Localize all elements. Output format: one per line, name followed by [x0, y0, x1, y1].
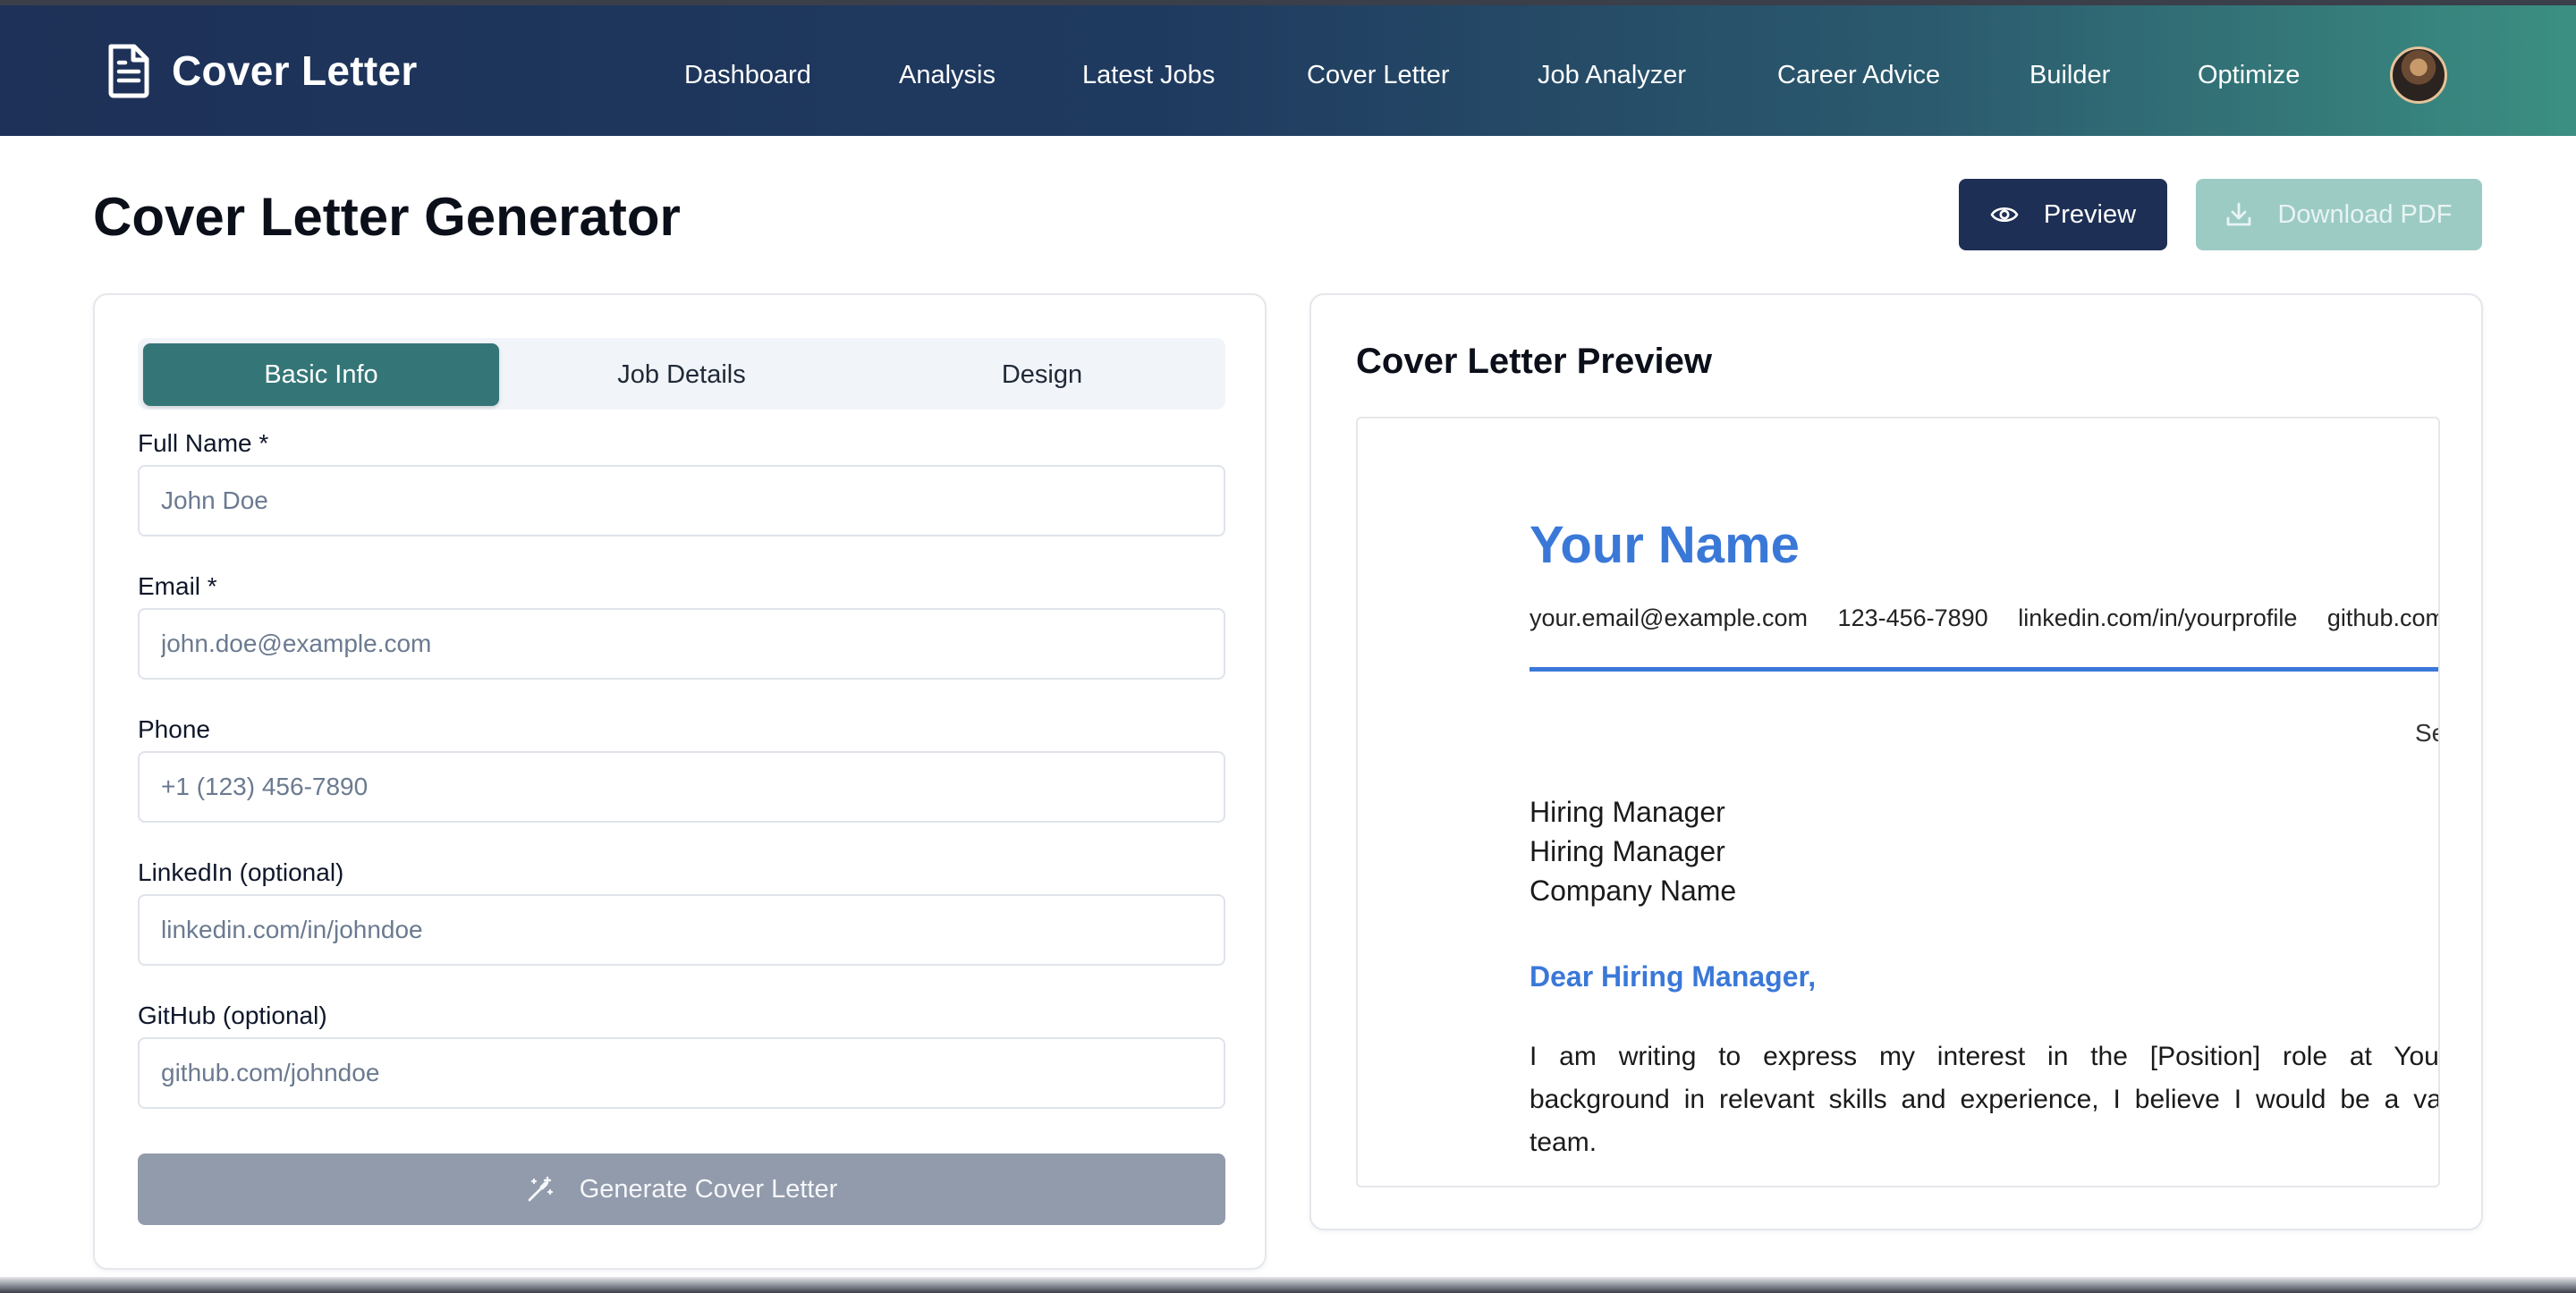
nav-builder[interactable]: Builder	[2029, 61, 2110, 90]
recipient-line: Company Name	[1530, 875, 1737, 907]
preview-title: Cover Letter Preview	[1356, 342, 1712, 381]
nav-cover-letter[interactable]: Cover Letter	[1307, 61, 1450, 90]
letter-body: I am writing to express my interest in t…	[1530, 1042, 2440, 1157]
nav-dashboard[interactable]: Dashboard	[684, 61, 811, 90]
main-content: Cover Letter Generator Preview Download …	[0, 136, 2576, 1293]
form-card: Basic Info Job Details Design Full Name …	[93, 293, 1267, 1270]
letter-contact-github: github.com/	[2326, 604, 2440, 631]
window-bottom-edge	[0, 1277, 2576, 1293]
page-title: Cover Letter Generator	[93, 187, 681, 247]
avatar[interactable]	[2390, 46, 2447, 104]
tab-design[interactable]: Design	[864, 343, 1220, 406]
email-input[interactable]	[138, 608, 1225, 680]
nav-optimize[interactable]: Optimize	[2198, 61, 2300, 90]
letter-divider	[1530, 667, 2438, 672]
letter-contact-phone: 123-456-7890	[1837, 604, 1988, 631]
preview-button[interactable]: Preview	[1959, 179, 2167, 250]
full-name-label: Full Name *	[138, 429, 269, 457]
letter-preview-frame[interactable]: Your Name your.email@example.com 123-456…	[1356, 417, 2440, 1187]
tab-job-details[interactable]: Job Details	[504, 343, 860, 406]
brand-name: Cover Letter	[172, 47, 418, 94]
download-icon	[2227, 202, 2251, 226]
nav-analysis[interactable]: Analysis	[899, 61, 996, 90]
letter-date: Se	[2415, 719, 2438, 747]
full-name-input[interactable]	[138, 465, 1225, 537]
github-input[interactable]	[138, 1037, 1225, 1109]
linkedin-input[interactable]	[138, 894, 1225, 966]
letter-sender-name: Your Name	[1530, 516, 1800, 574]
linkedin-label: LinkedIn (optional)	[138, 858, 344, 886]
recipient-line: Hiring Manager	[1530, 835, 1725, 867]
letter-greeting: Dear Hiring Manager,	[1530, 960, 1817, 993]
preview-button-label: Preview	[2043, 199, 2137, 229]
tab-basic-info[interactable]: Basic Info	[143, 343, 499, 406]
document-icon	[108, 44, 149, 98]
generate-cover-letter-label: Generate Cover Letter	[579, 1174, 838, 1204]
download-pdf-button[interactable]: Download PDF	[2196, 179, 2482, 250]
phone-label: Phone	[138, 715, 210, 743]
top-navbar: Cover Letter Dashboard Analysis Latest J…	[0, 0, 2576, 136]
download-pdf-label: Download PDF	[2277, 199, 2453, 229]
nav-job-analyzer[interactable]: Job Analyzer	[1538, 61, 1686, 90]
recipient-line: Hiring Manager	[1530, 796, 1725, 828]
form-tabs: Basic Info Job Details Design	[138, 338, 1225, 410]
letter-contact-linkedin: linkedin.com/in/yourprofile	[2018, 604, 2298, 631]
letter-contacts: your.email@example.com 123-456-7890 link…	[1530, 604, 2440, 632]
brand[interactable]: Cover Letter	[106, 43, 418, 98]
phone-input[interactable]	[138, 751, 1225, 823]
nav-latest-jobs[interactable]: Latest Jobs	[1082, 61, 1215, 90]
letter-recipient: Hiring Manager Hiring Manager Company Na…	[1530, 792, 1736, 910]
letter-contact-email: your.email@example.com	[1530, 604, 1809, 631]
github-label: GitHub (optional)	[138, 1001, 327, 1029]
magic-wand-icon	[528, 1176, 553, 1202]
preview-card: Cover Letter Preview Your Name your.emai…	[1309, 293, 2483, 1230]
generate-cover-letter-button[interactable]: Generate Cover Letter	[138, 1154, 1225, 1225]
eye-icon	[1990, 207, 2019, 223]
nav-career-advice[interactable]: Career Advice	[1777, 61, 1940, 90]
email-label: Email *	[138, 572, 217, 600]
